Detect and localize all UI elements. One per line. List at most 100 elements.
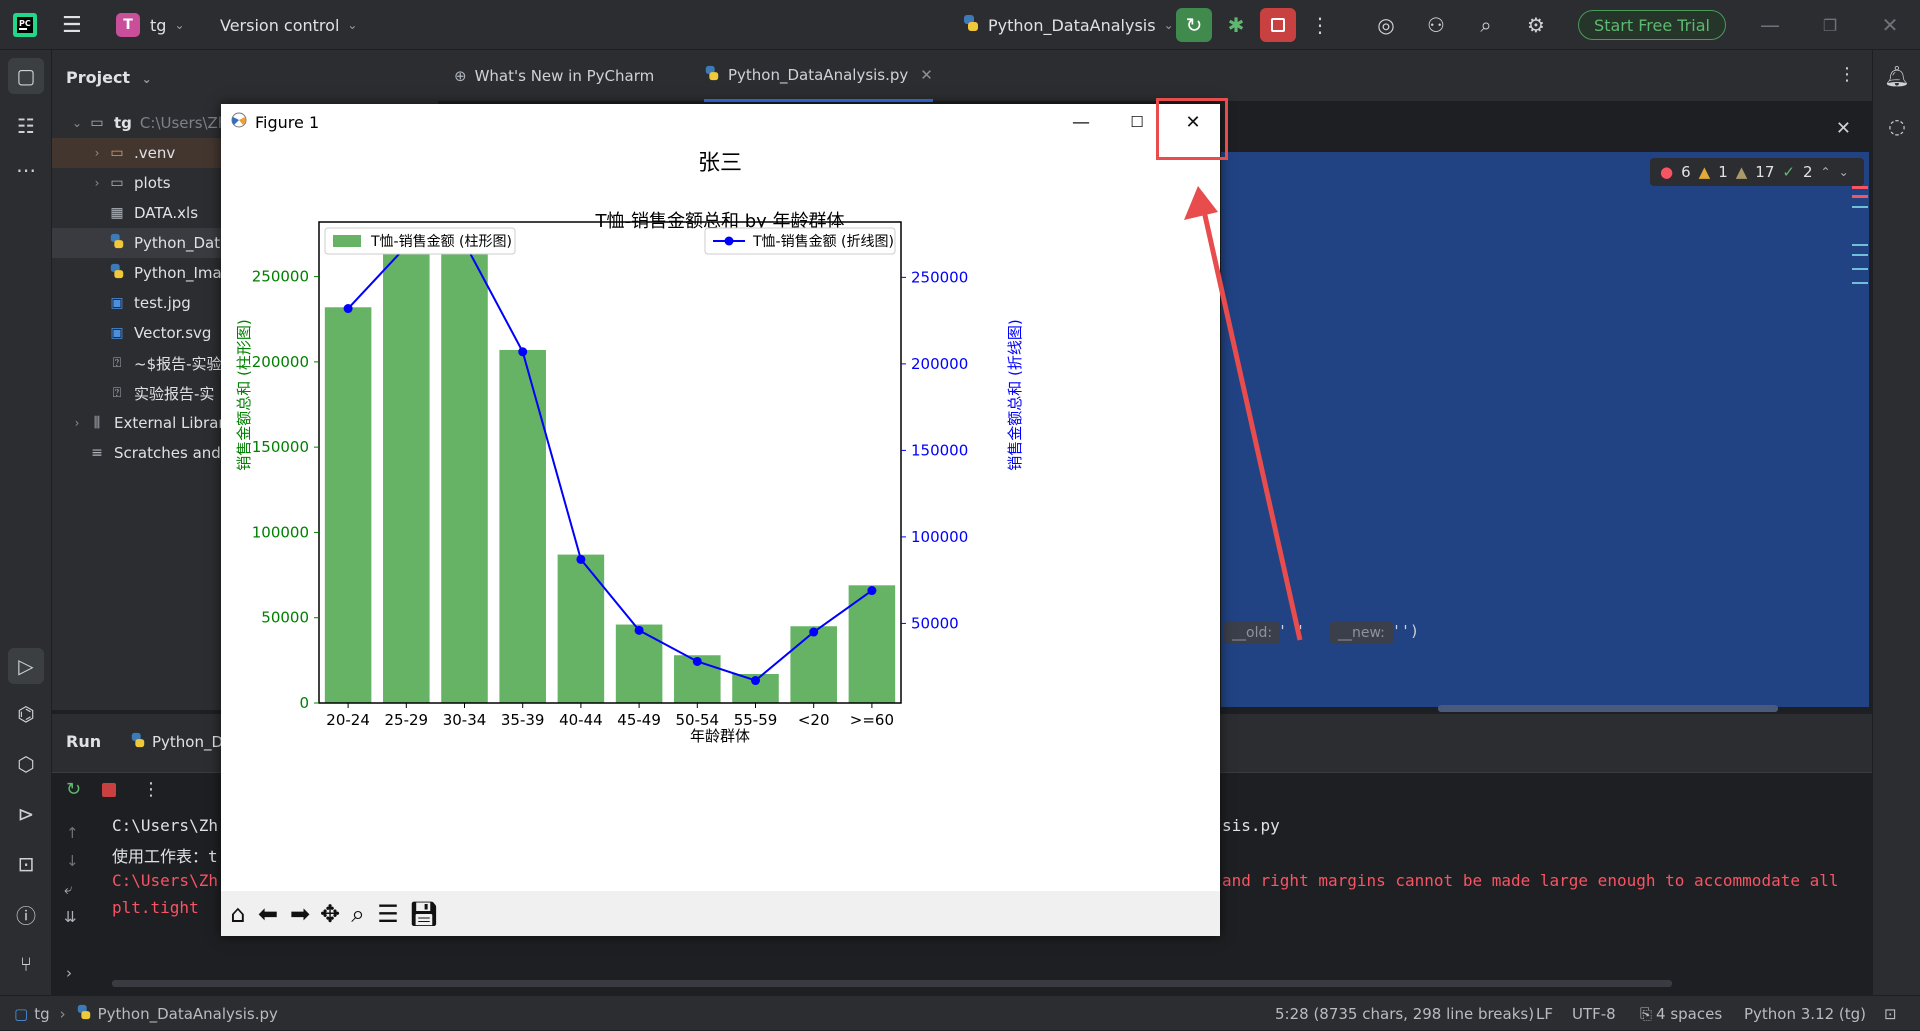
warning-count: 1 [1718, 163, 1728, 181]
console-horizontal-scrollbar[interactable] [112, 980, 1672, 987]
zoom-icon[interactable]: ⌕ [341, 897, 375, 931]
scroll-to-end-icon[interactable]: ⇊ [64, 908, 77, 926]
tab-whats-new[interactable]: ⊕ What's New in PyCharm [454, 50, 654, 102]
run-config-selector[interactable]: Python_DataAnalysis ⌄ [962, 0, 1174, 50]
status-encoding[interactable]: UTF-8 [1572, 996, 1616, 1031]
status-line-separator[interactable]: LF [1536, 996, 1553, 1031]
chevron-down-icon: ⌄ [141, 72, 152, 86]
close-highlight-box [1156, 98, 1228, 160]
project-switcher[interactable]: T tg ⌄ [116, 0, 185, 50]
bar [441, 242, 488, 703]
editor-scroll-markers [1852, 180, 1868, 350]
start-free-trial-button[interactable]: Start Free Trial [1578, 10, 1726, 40]
rerun-icon[interactable]: ↻ [1176, 8, 1212, 42]
tab-python-dataanalysis[interactable]: Python_DataAnalysis.py ✕ [704, 50, 933, 102]
home-icon[interactable]: ⌂ [221, 897, 255, 931]
minimize-icon[interactable]: — [1752, 8, 1788, 42]
unknown-file-icon: ⍰ [112, 385, 122, 401]
y-tick-label-right: 200000 [911, 355, 968, 373]
x-tick-label: <20 [798, 711, 830, 729]
close-window-icon[interactable]: ✕ [1872, 8, 1908, 42]
configure-subplots-icon[interactable]: ☰ [371, 897, 405, 931]
chevron-down-icon: ⌄ [71, 116, 83, 130]
matplotlib-logo-icon [231, 112, 247, 132]
status-indent[interactable]: ⎘ 4 spaces [1640, 996, 1722, 1031]
line-point [576, 554, 586, 564]
stop-icon[interactable] [102, 783, 116, 797]
weak-warning-count: 17 [1755, 163, 1775, 181]
figure-suptitle: 张三 [698, 151, 742, 176]
close-tab-icon[interactable]: ✕ [920, 66, 933, 84]
project-panel-title: Project [66, 68, 131, 87]
typo-count: 2 [1802, 163, 1813, 181]
rerun-icon[interactable]: ↻ [66, 779, 81, 800]
x-tick-label: 45-49 [617, 711, 661, 729]
python-console-icon[interactable]: ⌬ [8, 696, 44, 732]
stop-button[interactable] [1260, 8, 1296, 42]
indent-icon: ⎘ [1640, 1004, 1653, 1023]
debug-icon[interactable]: ✱ [1218, 8, 1254, 42]
restore-icon[interactable]: ❐ [1812, 8, 1848, 42]
git-icon[interactable]: ⑂ [8, 946, 44, 982]
run-tab[interactable]: Python_D [130, 732, 223, 752]
chevron-down-icon: ⌄ [1163, 18, 1174, 32]
svg-text:PC: PC [19, 19, 31, 28]
line-point [751, 676, 760, 686]
main-menu-icon[interactable]: ☰ [62, 0, 82, 50]
tab-options-icon[interactable]: ⋮ [1838, 64, 1856, 85]
warning-icon: ▲ [1698, 163, 1711, 181]
structure-tool-icon[interactable]: ☷ [8, 108, 44, 144]
status-interpreter[interactable]: Python 3.12 (tg) [1744, 996, 1866, 1031]
soft-wrap-icon[interactable]: ⤶ [64, 880, 72, 898]
ai-chat-icon[interactable]: ◌ [1879, 108, 1915, 144]
tree-item-label: test.jpg [134, 294, 191, 312]
more-actions-icon[interactable]: ⋮ [142, 779, 160, 800]
chevron-up-icon[interactable]: ⌃ [1821, 165, 1831, 179]
x-tick-label: 35-39 [501, 711, 545, 729]
chevron-down-icon[interactable]: ⌄ [1839, 165, 1849, 179]
version-control-menu[interactable]: Version control ⌄ [220, 0, 357, 50]
search-icon[interactable]: ⌕ [1468, 8, 1504, 42]
forward-arrow-icon[interactable]: ➡ [283, 897, 317, 931]
chevron-right-icon: › [74, 416, 80, 430]
back-arrow-icon[interactable]: ⬅ [251, 897, 285, 931]
project-tool-icon[interactable]: ▢ [8, 58, 44, 94]
status-project[interactable]: ▢ tg › Python_DataAnalysis.py [14, 996, 278, 1031]
figure-toolbar: ⌂ ⬅ ➡ ✥ ⌕ ☰ 💾︎ [221, 891, 1220, 936]
more-tools-icon[interactable]: ⋯ [8, 152, 44, 188]
services-icon[interactable]: ⊳ [8, 796, 44, 832]
tab-label: What's New in PyCharm [474, 67, 655, 85]
editor-horizontal-scrollbar[interactable] [1438, 705, 1778, 712]
chevron-right-icon[interactable]: › [66, 964, 72, 982]
more-actions-icon[interactable]: ⋮ [1302, 8, 1338, 42]
status-file-label: Python_DataAnalysis.py [97, 1004, 278, 1023]
ai-assistant-icon[interactable]: ◎ [1368, 8, 1404, 42]
x-tick-label: 40-44 [559, 711, 603, 729]
app-logo-icon[interactable]: PC [12, 0, 38, 50]
inspection-widget[interactable]: ● 6 ▲ 1 ▲ 17 ✓ 2 ⌃ ⌄ [1650, 158, 1864, 186]
left-tool-strip: ▢ ☷ ⋯ ▷ ⌬ ⬡ ⊳ ⊡ ⓘ ⑂ [0, 50, 52, 995]
project-panel-header[interactable]: Project ⌄ [66, 68, 152, 87]
python-icon [704, 65, 720, 85]
console-line-1-tail: sis.py [1222, 816, 1280, 835]
down-arrow-icon[interactable]: ↓ [66, 852, 79, 870]
console-line-2: 使用工作表：t [112, 847, 218, 866]
status-caret-position[interactable]: 5:28 (8735 chars, 298 line breaks) [1275, 996, 1534, 1031]
save-icon[interactable]: 💾︎ [407, 897, 441, 931]
chart-canvas: 张三 T恤-销售金额总和 by 年龄群体 20-24 25-29 30-34 35-3… [235, 151, 1024, 745]
lock-icon[interactable]: ⊡ [1884, 996, 1897, 1031]
settings-gear-icon[interactable]: ⚙ [1518, 8, 1554, 42]
close-banner-icon[interactable]: ✕ [1836, 118, 1851, 139]
terminal-icon[interactable]: ⊡ [8, 846, 44, 882]
chevron-right-icon: › [94, 176, 100, 190]
add-user-icon[interactable]: ⚇ [1418, 8, 1454, 42]
run-tool-icon[interactable]: ▷ [8, 648, 44, 684]
notifications-icon[interactable]: 🔔︎ [1879, 58, 1915, 94]
up-arrow-icon[interactable]: ↑ [66, 824, 79, 842]
annotation-arrow [1184, 186, 1303, 641]
minimize-icon[interactable]: — [1053, 104, 1109, 140]
problems-icon[interactable]: ⓘ [8, 896, 44, 932]
python-packages-icon[interactable]: ⬡ [8, 746, 44, 782]
line-point [343, 304, 353, 314]
figure-window: Figure 1 — ☐ ✕ 张三 T恤-销售金额总和 by 年龄群体 20-2… [221, 104, 1220, 936]
